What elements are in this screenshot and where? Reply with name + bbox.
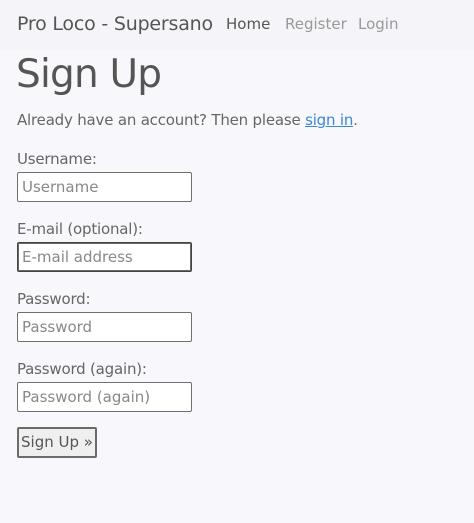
sign-in-prompt: Already have an account? Then please sig… bbox=[17, 110, 358, 130]
username-label: Username: bbox=[17, 150, 97, 168]
sign-up-button[interactable]: Sign Up » bbox=[17, 427, 97, 458]
page-title: Sign Up bbox=[16, 52, 162, 97]
username-input[interactable] bbox=[17, 172, 192, 202]
sign-in-link[interactable]: sign in bbox=[305, 111, 353, 129]
password-label: Password: bbox=[17, 290, 91, 308]
site-brand-link[interactable]: Pro Loco - Supersano bbox=[17, 13, 213, 35]
top-navbar: Pro Loco - Supersano Home Register Login bbox=[0, 0, 474, 50]
nav-link-home[interactable]: Home bbox=[226, 15, 270, 33]
nav-link-login[interactable]: Login bbox=[358, 15, 398, 33]
password-again-label: Password (again): bbox=[17, 360, 147, 378]
sign-in-prompt-text: Already have an account? Then please bbox=[17, 111, 306, 129]
nav-link-register[interactable]: Register bbox=[285, 15, 347, 33]
email-input[interactable] bbox=[17, 242, 192, 272]
email-label: E-mail (optional): bbox=[17, 220, 143, 238]
password-input[interactable] bbox=[17, 312, 192, 342]
password-again-input[interactable] bbox=[17, 382, 192, 412]
sign-in-prompt-period: . bbox=[353, 111, 358, 129]
